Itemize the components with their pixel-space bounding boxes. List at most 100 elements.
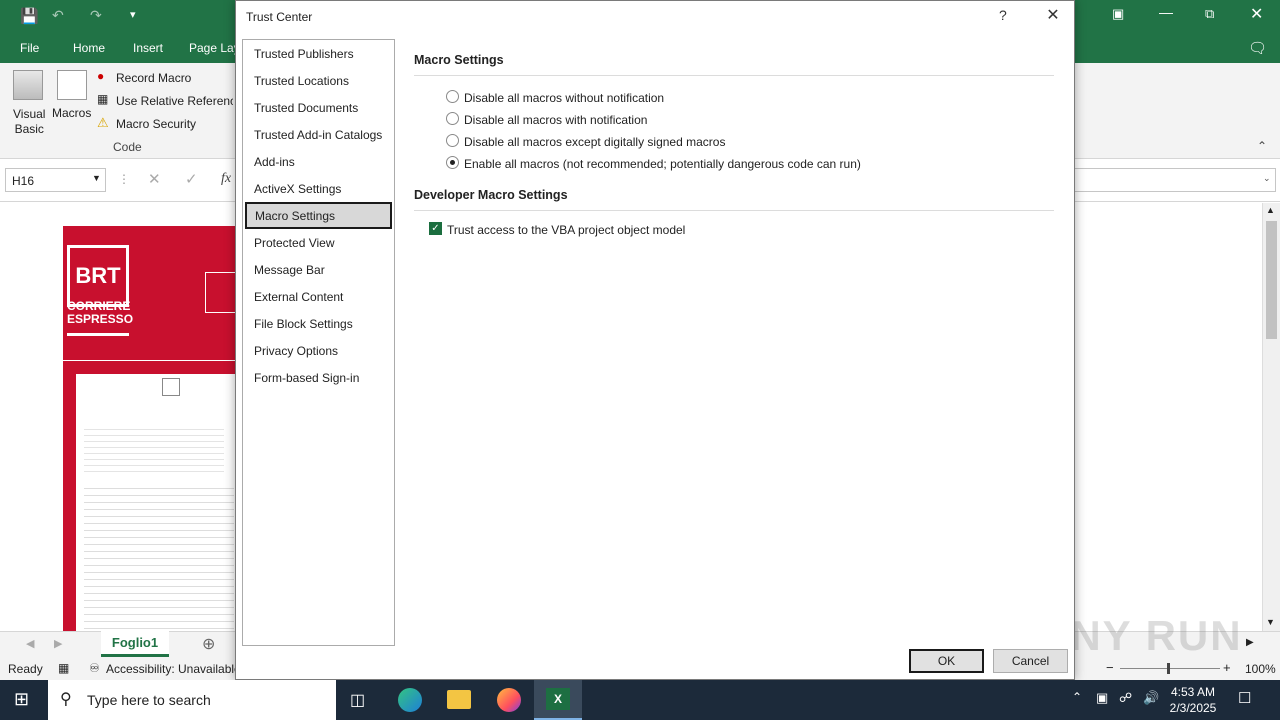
windows-taskbar: ⊞ ⚲ Type here to search ◫ X ⌃ ▣ ☍ 🔊 4:53… — [0, 680, 1280, 720]
expand-formula-icon[interactable]: ⌄ — [1263, 173, 1271, 184]
nav-add-ins[interactable]: Add-ins — [245, 149, 392, 174]
macros-button[interactable]: Macros — [52, 106, 91, 120]
search-icon: ⚲ — [60, 691, 72, 708]
nav-file-block-settings[interactable]: File Block Settings — [245, 311, 392, 336]
vba-access-label[interactable]: Trust access to the VBA project object m… — [447, 223, 685, 237]
restore-icon[interactable]: ⧉ — [1205, 6, 1214, 22]
undo-icon[interactable]: ↶ — [52, 7, 64, 24]
device-icon[interactable]: ▣ — [1096, 690, 1108, 706]
visual-basic-button[interactable]: Visual Basic — [13, 107, 45, 137]
windows-start-icon[interactable]: ⊞ — [14, 689, 29, 710]
accessibility-status[interactable]: Accessibility: Unavailable — [106, 662, 241, 676]
save-icon[interactable]: 💾 — [20, 7, 39, 25]
sheet-tab-foglio1[interactable]: Foglio1 — [101, 631, 169, 657]
confirm-entry-icon[interactable]: ✓ — [185, 170, 198, 188]
cancel-button[interactable]: Cancel — [993, 649, 1068, 673]
show-hidden-icons-icon[interactable]: ⌃ — [1072, 690, 1082, 704]
nav-message-bar[interactable]: Message Bar — [245, 257, 392, 282]
cancel-entry-icon[interactable]: ✕ — [148, 170, 161, 188]
close-icon[interactable]: ✕ — [1042, 5, 1064, 27]
zoom-slider-thumb[interactable] — [1167, 663, 1170, 674]
collapse-ribbon-icon[interactable]: ⌃ — [1257, 139, 1267, 153]
chevron-down-icon[interactable]: ▼ — [92, 173, 101, 183]
brt-tagline-line2: ESPRESSO — [67, 312, 134, 326]
name-box[interactable]: H16 ▼ — [5, 168, 106, 192]
firefox-icon[interactable] — [497, 688, 521, 712]
record-icon: ● — [97, 69, 105, 83]
tab-scroll-left-icon[interactable]: ◀ — [26, 637, 34, 650]
help-icon[interactable]: ? — [999, 7, 1007, 23]
network-icon[interactable]: ☍ — [1119, 690, 1132, 706]
clock-date: 2/3/2025 — [1169, 701, 1217, 715]
warning-icon: ⚠ — [97, 115, 109, 130]
clock-time: 4:53 AM — [1170, 685, 1216, 699]
radio-enable-all-macros[interactable] — [446, 156, 459, 169]
volume-icon[interactable]: 🔊 — [1143, 690, 1159, 706]
tab-insert[interactable]: Insert — [133, 41, 163, 55]
comments-icon[interactable]: 🗨 — [1248, 39, 1267, 57]
nav-privacy-options[interactable]: Privacy Options — [245, 338, 392, 363]
scroll-up-icon[interactable]: ▲ — [1266, 205, 1275, 215]
task-view-icon[interactable]: ◫ — [350, 690, 365, 710]
insert-function-icon[interactable]: fx — [221, 171, 231, 187]
vba-access-checkbox[interactable]: ✓ — [429, 222, 442, 235]
file-explorer-icon[interactable] — [447, 690, 471, 709]
macro-settings-heading: Macro Settings — [414, 53, 504, 67]
add-sheet-icon[interactable]: ⊕ — [202, 634, 215, 654]
vertical-scrollbar[interactable]: ▲ ▼ — [1262, 203, 1280, 631]
radio-disable-no-notification[interactable] — [446, 90, 459, 103]
record-macro-button[interactable]: Record Macro — [116, 71, 191, 85]
zoom-out-icon[interactable]: − — [1106, 660, 1114, 675]
accessibility-icon: ♾ — [89, 661, 100, 675]
section-divider — [414, 75, 1054, 76]
ribbon-display-icon[interactable]: ▣ — [1112, 6, 1124, 22]
ok-button[interactable]: OK — [909, 649, 984, 673]
macros-icon[interactable] — [57, 70, 87, 100]
nav-trusted-addin-catalogs[interactable]: Trusted Add-in Catalogs — [245, 122, 392, 147]
nav-external-content[interactable]: External Content — [245, 284, 392, 309]
taskbar-search-box[interactable]: ⚲ Type here to search — [48, 680, 336, 720]
brt-underline — [67, 333, 129, 336]
name-box-value: H16 — [12, 174, 35, 188]
redo-icon[interactable]: ↷ — [90, 7, 102, 24]
dialog-title: Trust Center — [246, 10, 313, 24]
visual-basic-line1: Visual — [13, 107, 46, 121]
taskbar-clock[interactable]: 4:53 AM 2/3/2025 — [1166, 684, 1220, 716]
notifications-icon[interactable]: ☐ — [1238, 689, 1251, 707]
nav-trusted-publishers[interactable]: Trusted Publishers — [245, 41, 392, 66]
nav-trusted-documents[interactable]: Trusted Documents — [245, 95, 392, 120]
nav-trusted-locations[interactable]: Trusted Locations — [245, 68, 392, 93]
zoom-slider[interactable] — [1120, 668, 1220, 669]
option-label[interactable]: Disable all macros except digitally sign… — [464, 135, 725, 149]
minimize-icon[interactable]: — — [1159, 4, 1173, 20]
tab-page-layout[interactable]: Page Lay — [189, 41, 240, 55]
scroll-thumb[interactable] — [1266, 221, 1277, 339]
status-ready: Ready — [8, 662, 43, 676]
nav-macro-settings[interactable]: Macro Settings — [245, 202, 392, 229]
edge-icon[interactable] — [398, 688, 422, 712]
option-label[interactable]: Disable all macros with notification — [464, 113, 647, 127]
visual-basic-icon[interactable] — [13, 70, 43, 100]
window-close-icon[interactable]: ✕ — [1250, 4, 1263, 24]
use-relative-references-button[interactable]: Use Relative References — [116, 94, 233, 108]
nav-protected-view[interactable]: Protected View — [245, 230, 392, 255]
excel-taskbar-button[interactable]: X — [534, 680, 582, 720]
radio-disable-except-signed[interactable] — [446, 134, 459, 147]
zoom-level[interactable]: 100% — [1245, 662, 1276, 676]
tab-home[interactable]: Home — [73, 41, 105, 55]
scroll-down-icon[interactable]: ▼ — [1266, 617, 1275, 627]
relative-references-icon: ▦ — [97, 92, 109, 106]
code-group-label: Code — [113, 140, 142, 154]
tab-scroll-right-icon[interactable]: ▶ — [54, 637, 62, 650]
option-label[interactable]: Enable all macros (not recommended; pote… — [464, 157, 861, 171]
option-label[interactable]: Disable all macros without notification — [464, 91, 664, 105]
nav-form-based-sign-in[interactable]: Form-based Sign-in — [245, 365, 392, 390]
zoom-in-icon[interactable]: + — [1223, 660, 1231, 675]
radio-disable-with-notification[interactable] — [446, 112, 459, 125]
macro-security-button[interactable]: Macro Security — [116, 117, 196, 131]
nav-activex-settings[interactable]: ActiveX Settings — [245, 176, 392, 201]
cell-mode-icon: ▦ — [58, 661, 70, 675]
qat-customize-icon[interactable]: ▾ — [130, 8, 136, 21]
hscroll-right-icon[interactable]: ▶ — [1246, 637, 1254, 648]
tab-file[interactable]: File — [20, 41, 39, 55]
